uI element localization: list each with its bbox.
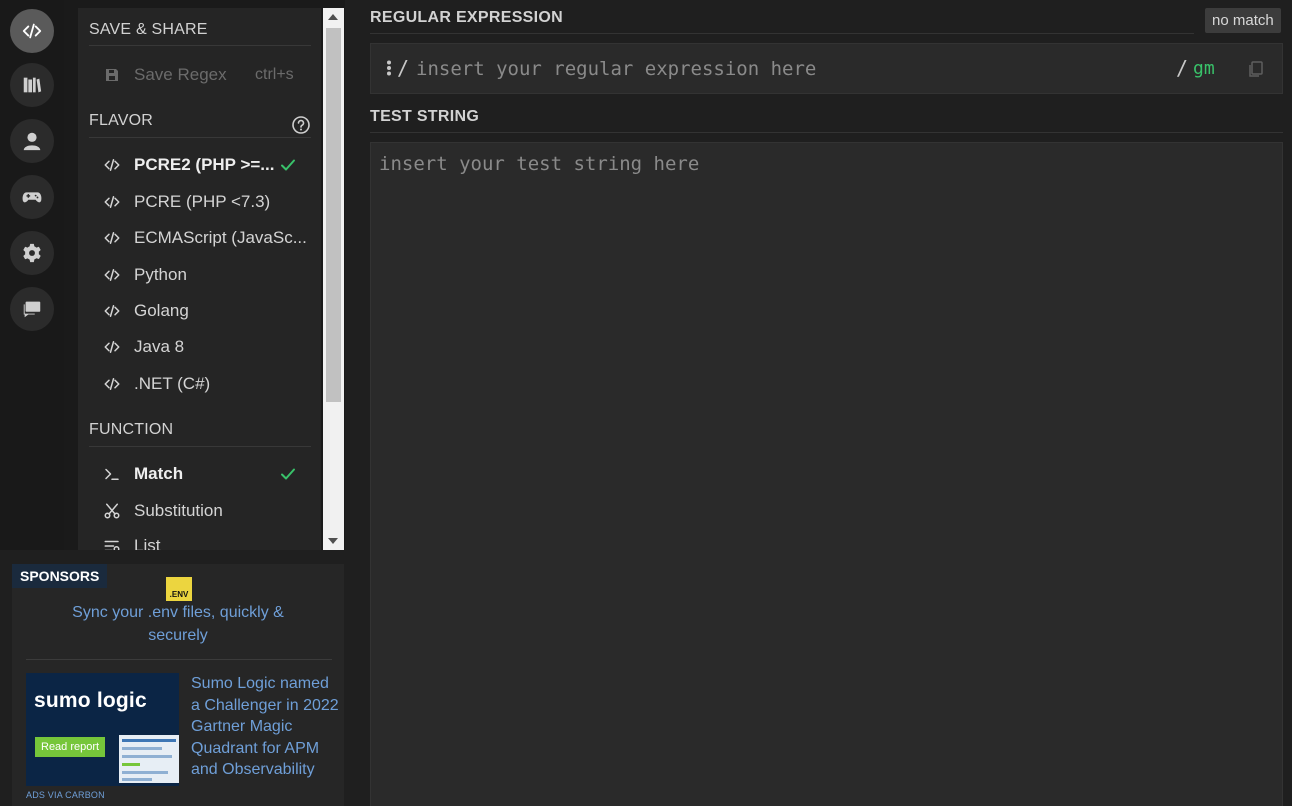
divider: [89, 446, 311, 447]
divider: [370, 132, 1283, 133]
gamepad-icon: [22, 192, 42, 203]
scissors-icon: [102, 501, 122, 521]
sidebar-panel: SAVE & SHARE Save Regex ctrl+s FLAVOR PC…: [78, 8, 321, 550]
library-icon: [23, 77, 42, 93]
sponsors-box: SPONSORS .ENV Sync your .env files, quic…: [12, 564, 344, 806]
test-string-title: TEST STRING: [370, 108, 480, 125]
save-share-title: SAVE & SHARE: [89, 21, 208, 38]
code-icon: [102, 265, 122, 285]
scroll-up-arrow-icon[interactable]: [328, 14, 338, 20]
function-match[interactable]: Match: [78, 456, 321, 492]
regex-editor: / / gm: [370, 43, 1283, 94]
ad-text-link[interactable]: Sumo Logic named a Challenger in 2022 Ga…: [191, 673, 341, 781]
divider: [370, 33, 1194, 34]
test-string-input[interactable]: [370, 142, 1283, 806]
flavor-java[interactable]: Java 8: [78, 329, 321, 365]
ad-brand: sumo logic: [34, 689, 147, 712]
flavor-ecmascript[interactable]: ECMAScript (JavaSc...: [78, 220, 321, 256]
scroll-down-arrow-icon[interactable]: [328, 538, 338, 544]
flavor-label: ECMAScript (JavaSc...: [134, 228, 307, 247]
function-title: FUNCTION: [89, 421, 174, 438]
flavor-pcre[interactable]: PCRE (PHP <7.3): [78, 184, 321, 220]
copy-icon[interactable]: [1247, 60, 1265, 78]
flavor-label: Python: [134, 265, 187, 284]
function-label: List: [134, 536, 161, 550]
flavor-python[interactable]: Python: [78, 257, 321, 293]
code-icon: [102, 301, 122, 321]
save-icon: [102, 65, 122, 85]
function-substitution[interactable]: Substitution: [78, 493, 321, 529]
terminal-icon: [102, 464, 122, 484]
drag-handle-icon[interactable]: [386, 60, 392, 76]
code-icon: [102, 155, 122, 175]
rail-library-button[interactable]: [10, 63, 54, 107]
rail-editor-button[interactable]: [10, 9, 54, 53]
flavor-label: Golang: [134, 301, 189, 320]
rail-quiz-button[interactable]: [10, 175, 54, 219]
function-list[interactable]: List: [78, 528, 321, 550]
gear-icon: [23, 243, 41, 263]
main-panel: REGULAR EXPRESSION no match / / gm TEST …: [345, 0, 1292, 806]
regex-delimiter-close: /: [1176, 56, 1189, 80]
ad-screenshot: [119, 735, 179, 783]
sponsor-link[interactable]: Sync your .env files, quickly & securely: [52, 601, 304, 647]
divider: [89, 137, 311, 138]
function-label: Substitution: [134, 501, 223, 520]
save-regex-label: Save Regex: [134, 65, 227, 84]
divider: [26, 659, 332, 660]
rail-settings-button[interactable]: [10, 231, 54, 275]
code-icon: [102, 228, 122, 248]
code-icon: [102, 192, 122, 212]
code-icon: [102, 337, 122, 357]
icon-rail: [0, 0, 64, 550]
app-window: SAVE & SHARE Save Regex ctrl+s FLAVOR PC…: [0, 0, 1292, 806]
flavor-label: PCRE2 (PHP >=...: [134, 155, 275, 174]
scrollbar-thumb[interactable]: [326, 28, 341, 402]
rail-account-button[interactable]: [10, 119, 54, 163]
divider: [89, 45, 311, 46]
sidebar-scrollbar[interactable]: [323, 8, 344, 550]
flavor-label: PCRE (PHP <7.3): [134, 192, 271, 211]
regex-delimiter-open: /: [397, 56, 410, 80]
sponsors-tag: SPONSORS: [12, 564, 108, 588]
user-icon: [23, 132, 41, 151]
check-icon: [281, 159, 295, 171]
flavor-dotnet[interactable]: .NET (C#): [78, 366, 321, 402]
help-icon[interactable]: [291, 115, 311, 135]
regex-title: REGULAR EXPRESSION: [370, 9, 563, 26]
regex-flags-button[interactable]: gm: [1193, 58, 1215, 79]
code-icon: [102, 374, 122, 394]
flavor-title: FLAVOR: [89, 112, 154, 129]
sponsors-panel: SPONSORS .ENV Sync your .env files, quic…: [0, 550, 345, 806]
flavor-pcre2[interactable]: PCRE2 (PHP >=...: [78, 147, 321, 183]
flavor-label: .NET (C#): [134, 374, 211, 393]
save-regex-button[interactable]: Save Regex ctrl+s: [78, 57, 321, 93]
save-regex-shortcut: ctrl+s: [255, 66, 294, 83]
match-status-badge: no match: [1205, 8, 1281, 33]
chat-icon: [23, 301, 41, 318]
flavor-label: Java 8: [134, 337, 185, 356]
env-logo[interactable]: .ENV: [166, 577, 192, 601]
regex-input[interactable]: [416, 56, 1156, 82]
ad-read-report-button[interactable]: Read report: [35, 737, 106, 757]
ads-via-carbon-link[interactable]: ADS VIA CARBON: [26, 790, 105, 800]
code-icon: [22, 23, 42, 39]
function-label: Match: [134, 464, 184, 483]
list-icon: [102, 536, 122, 550]
sidebar: SAVE & SHARE Save Regex ctrl+s FLAVOR PC…: [64, 0, 345, 550]
rail-community-button[interactable]: [10, 287, 54, 331]
flavor-golang[interactable]: Golang: [78, 293, 321, 329]
check-icon: [281, 468, 295, 480]
ad-image[interactable]: sumo logic Read report: [26, 673, 179, 786]
